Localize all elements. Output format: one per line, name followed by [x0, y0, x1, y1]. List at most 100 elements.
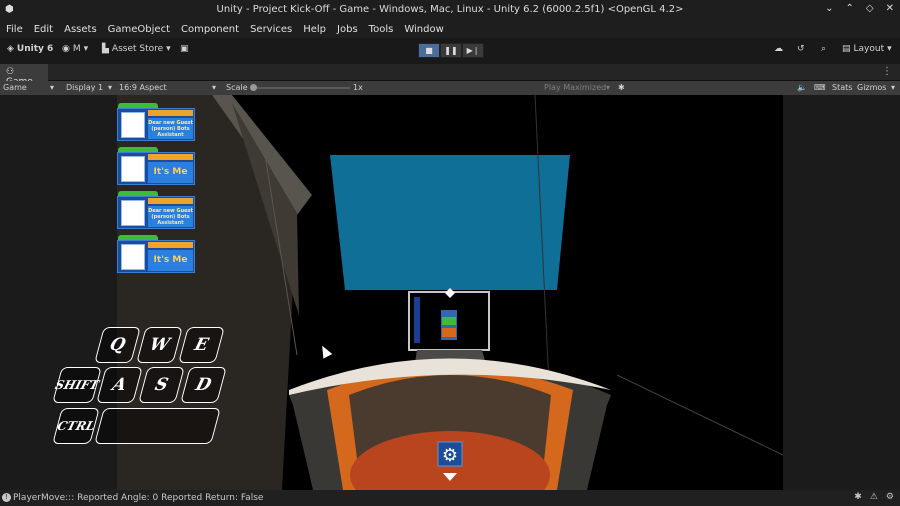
gizmos-button[interactable]: Gizmos: [857, 83, 886, 92]
right-wall-line: [616, 374, 783, 456]
avatar: [121, 244, 145, 270]
menu-services[interactable]: Services: [250, 24, 292, 35]
info-icon: !: [2, 493, 11, 502]
chevron-down-icon: ▾: [887, 44, 892, 54]
list-item[interactable]: It's Me: [117, 235, 195, 273]
avatar: [121, 156, 145, 182]
menu-bar: File Edit Assets GameObject Component Se…: [0, 20, 900, 38]
aspect-dropdown[interactable]: 16:9 Aspect: [119, 83, 167, 92]
list-item[interactable]: Dear new Guest (person) Bots Assistant: [117, 103, 195, 141]
display-mode-dropdown[interactable]: Game: [3, 83, 27, 92]
account-dropdown[interactable]: ◉ M ▾: [62, 44, 88, 54]
display-dropdown[interactable]: Display 1: [66, 83, 103, 92]
card-label: [148, 110, 193, 116]
asset-store-button[interactable]: ▙ Asset Store ▾: [102, 44, 171, 54]
store-bag-icon: ▙: [102, 44, 109, 54]
keyboard-icon[interactable]: ⌨: [814, 83, 826, 92]
console-message[interactable]: PlayerMove::: Reported Angle: 0 Reported…: [13, 493, 263, 503]
step-icon: ▶❘: [466, 46, 480, 55]
unity-icon: ◈: [7, 44, 14, 54]
title-bar: ⬢ Unity - Project Kick-Off - Game - Wind…: [0, 0, 900, 20]
card-text: Dear new Guest (person) Bots Assistant: [148, 206, 193, 227]
play-mode-dropdown[interactable]: Play Maximized: [544, 83, 606, 92]
chevron-down-icon: ▾: [606, 83, 611, 92]
history-button[interactable]: ↺: [797, 44, 805, 54]
search-icon: ⌕: [821, 44, 827, 54]
chevron-down-icon: ▾: [108, 83, 113, 92]
unity-account-button[interactable]: ◈ Unity 6: [7, 44, 53, 54]
robot-part-orange: [442, 328, 456, 337]
menu-help[interactable]: Help: [303, 24, 326, 35]
pause-icon: ❚❚: [444, 46, 458, 55]
layout-icon: ▤: [842, 44, 851, 54]
cloud-button[interactable]: ☁: [774, 44, 783, 54]
list-item[interactable]: Dear new Guest (person) Bots Assistant: [117, 191, 195, 229]
tab-bar: ⚇ Game ⋮: [0, 64, 900, 87]
menu-edit[interactable]: Edit: [34, 24, 53, 35]
step-button[interactable]: ▶❘: [462, 43, 484, 58]
cloud-icon: ☁: [774, 44, 783, 54]
chevron-down-icon: ▾: [83, 44, 89, 54]
bug-icon[interactable]: ✱: [854, 492, 862, 502]
stats-button[interactable]: Stats: [832, 83, 852, 92]
status-bar: ! PlayerMove::: Reported Angle: 0 Report…: [0, 490, 900, 506]
card-label: [148, 242, 193, 248]
pause-button[interactable]: ❚❚: [440, 43, 462, 58]
tab-game[interactable]: ⚇ Game: [0, 64, 48, 87]
card-label: [148, 198, 193, 204]
gamepad-icon: ⚇: [6, 67, 15, 77]
speaker-icon[interactable]: 🔈: [797, 83, 807, 92]
game-viewport[interactable]: ⚙ Dear new Guest (person) Bots Assistant…: [0, 95, 900, 490]
pin-icon[interactable]: ◇: [866, 3, 874, 14]
game-view-toolbar: Game ▾ Display 1 ▾ 16:9 Aspect ▾ Scale 1…: [0, 81, 900, 95]
robot-part-green: [442, 317, 456, 325]
game-scene: ⚙: [117, 95, 783, 490]
list-item[interactable]: It's Me: [117, 147, 195, 185]
chevron-down-icon: ▾: [212, 83, 217, 92]
scale-label: Scale: [226, 83, 248, 92]
search-button[interactable]: ⌕: [821, 44, 826, 54]
avatar: [121, 200, 145, 226]
layout-dropdown[interactable]: ▤ Layout ▾: [842, 44, 892, 54]
key-shift[interactable]: SHIFT: [52, 367, 102, 403]
close-icon[interactable]: ✕: [886, 3, 894, 14]
chevron-down-icon: ▾: [50, 83, 55, 92]
warning-icon[interactable]: ⚠: [870, 492, 878, 502]
menu-file[interactable]: File: [6, 24, 23, 35]
menu-jobs[interactable]: Jobs: [337, 24, 358, 35]
history-icon: ↺: [797, 44, 805, 54]
menu-gameobject[interactable]: GameObject: [108, 24, 170, 35]
settings-icon[interactable]: ⚙: [886, 492, 894, 502]
minimize-icon[interactable]: ⌄: [825, 3, 833, 14]
screen: [330, 155, 570, 290]
game-render[interactable]: ⚙ Dear new Guest (person) Bots Assistant…: [117, 95, 783, 490]
avatar: [121, 112, 145, 138]
maximize-icon[interactable]: ⌃: [846, 3, 854, 14]
monitor-bar: [414, 297, 420, 343]
card-label: [148, 154, 193, 160]
package-icon: ▣: [180, 44, 189, 54]
play-button[interactable]: ■: [418, 43, 440, 58]
menu-window[interactable]: Window: [404, 24, 443, 35]
key-ctrl[interactable]: CTRL: [52, 408, 100, 444]
key-space[interactable]: [94, 408, 221, 444]
menu-tools[interactable]: Tools: [369, 24, 394, 35]
play-controls: ■ ❚❚ ▶❘: [418, 43, 484, 58]
scale-slider-handle[interactable]: [250, 84, 257, 91]
chevron-down-icon: ▾: [166, 44, 171, 54]
package-button[interactable]: ▣: [180, 44, 189, 54]
card-text: It's Me: [148, 162, 193, 183]
gear-icon: ⚙: [442, 445, 458, 466]
card-text: It's Me: [148, 250, 193, 271]
chevron-down-icon: ▾: [891, 83, 896, 92]
window-title: Unity - Project Kick-Off - Game - Window…: [216, 4, 684, 15]
scale-slider[interactable]: [255, 87, 350, 89]
card-text: Dear new Guest (person) Bots Assistant: [148, 118, 193, 139]
kebab-menu-icon[interactable]: ⋮: [882, 66, 892, 77]
menu-assets[interactable]: Assets: [64, 24, 97, 35]
scale-value: 1x: [353, 83, 363, 92]
menu-component[interactable]: Component: [181, 24, 239, 35]
bug-icon[interactable]: ✱: [618, 83, 625, 92]
user-icon: ◉: [62, 44, 70, 54]
stop-icon: ■: [425, 46, 433, 55]
